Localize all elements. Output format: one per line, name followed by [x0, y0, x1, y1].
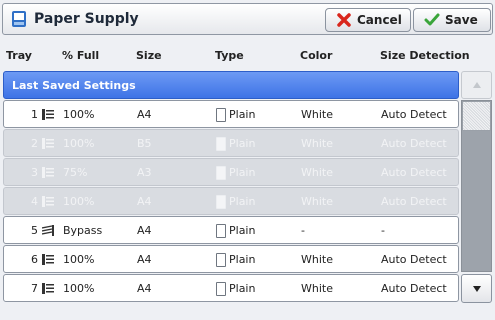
paper-size: A4 — [137, 224, 152, 237]
paper-color: White — [301, 166, 333, 179]
percent-full: 100% — [63, 282, 95, 295]
table-row[interactable]: 5 Bypass A4 Plain - - — [3, 216, 459, 244]
tray-icon — [42, 109, 54, 120]
paper-type-icon — [216, 108, 226, 122]
tray-number: 5 — [31, 224, 38, 237]
paper-type-icon — [216, 166, 226, 180]
table-row[interactable]: 6 100% A4 Plain White Auto Detect — [3, 245, 459, 273]
percent-full: 75% — [63, 166, 88, 179]
tray-icon — [42, 283, 54, 294]
column-percent-full: % Full — [62, 49, 100, 62]
column-color: Color — [300, 49, 333, 62]
size-detection: Auto Detect — [381, 166, 447, 179]
tray-icon — [42, 138, 54, 149]
column-size-detection: Size Detection — [380, 49, 470, 62]
chevron-up-icon — [473, 82, 481, 88]
page-title: Paper Supply — [34, 11, 139, 27]
paper-type-icon — [216, 224, 226, 238]
save-button[interactable]: Save — [413, 8, 491, 32]
paper-type-icon — [216, 195, 226, 209]
tray-list: 1 100% A4 Plain White Auto Detect 2 100%… — [3, 100, 459, 303]
paper-size: B5 — [137, 137, 152, 150]
tray-icon — [42, 167, 54, 178]
table-row[interactable]: 1 100% A4 Plain White Auto Detect — [3, 100, 459, 128]
tray-number: 7 — [31, 282, 38, 295]
paper-type: Plain — [229, 108, 256, 121]
paper-color: White — [301, 195, 333, 208]
table-row[interactable]: 7 100% A4 Plain White Auto Detect — [3, 274, 459, 302]
tray-number: 2 — [31, 137, 38, 150]
paper-type-icon — [216, 253, 226, 267]
percent-full: 100% — [63, 253, 95, 266]
paper-type-icon — [216, 137, 226, 151]
size-detection: Auto Detect — [381, 137, 447, 150]
size-detection: Auto Detect — [381, 282, 447, 295]
cancel-label: Cancel — [357, 13, 402, 27]
chevron-down-icon — [473, 286, 481, 292]
save-label: Save — [445, 13, 478, 27]
paper-size: A4 — [137, 108, 152, 121]
table-header: Tray % Full Size Type Color Size Detecti… — [0, 45, 470, 65]
paper-color: White — [301, 137, 333, 150]
paper-size: A4 — [137, 282, 152, 295]
paper-color: White — [301, 282, 333, 295]
paper-supply-icon — [12, 11, 26, 27]
size-detection: Auto Detect — [381, 195, 447, 208]
scroll-up-button — [461, 71, 492, 99]
tray-number: 4 — [31, 195, 38, 208]
scroll-down-button[interactable] — [461, 274, 492, 303]
table-row: 4 100% A4 Plain White Auto Detect — [3, 187, 459, 215]
paper-size: A4 — [137, 253, 152, 266]
close-icon — [337, 13, 351, 27]
paper-type: Plain — [229, 195, 256, 208]
paper-size: A4 — [137, 195, 152, 208]
percent-full: 100% — [63, 137, 95, 150]
percent-full: 100% — [63, 108, 95, 121]
paper-type: Plain — [229, 166, 256, 179]
tray-icon — [42, 196, 54, 207]
title-bar: Paper Supply Cancel Save — [2, 3, 493, 35]
scroll-track[interactable] — [461, 100, 492, 272]
last-saved-settings-row[interactable]: Last Saved Settings — [3, 71, 459, 99]
percent-full: Bypass — [63, 224, 103, 237]
paper-type: Plain — [229, 224, 256, 237]
paper-type: Plain — [229, 282, 256, 295]
tray-number: 1 — [31, 108, 38, 121]
size-detection: Auto Detect — [381, 108, 447, 121]
percent-full: 100% — [63, 195, 95, 208]
paper-size: A3 — [137, 166, 152, 179]
paper-type-icon — [216, 282, 226, 296]
paper-color: White — [301, 108, 333, 121]
checkmark-icon — [424, 13, 440, 26]
table-row: 3 75% A3 Plain White Auto Detect — [3, 158, 459, 186]
tray-icon — [42, 254, 54, 265]
column-type: Type — [215, 49, 244, 62]
table-row: 2 100% B5 Plain White Auto Detect — [3, 129, 459, 157]
size-detection: Auto Detect — [381, 253, 447, 266]
column-size: Size — [136, 49, 162, 62]
size-detection: - — [381, 224, 385, 237]
cancel-button[interactable]: Cancel — [325, 8, 411, 32]
tray-number: 3 — [31, 166, 38, 179]
column-tray: Tray — [6, 49, 32, 62]
paper-color: White — [301, 253, 333, 266]
scroll-thumb[interactable] — [462, 101, 491, 131]
scrollbar[interactable] — [461, 71, 492, 303]
paper-color: - — [301, 224, 305, 237]
tray-number: 6 — [31, 253, 38, 266]
paper-type: Plain — [229, 137, 256, 150]
paper-type: Plain — [229, 253, 256, 266]
bypass-tray-icon — [42, 225, 54, 236]
